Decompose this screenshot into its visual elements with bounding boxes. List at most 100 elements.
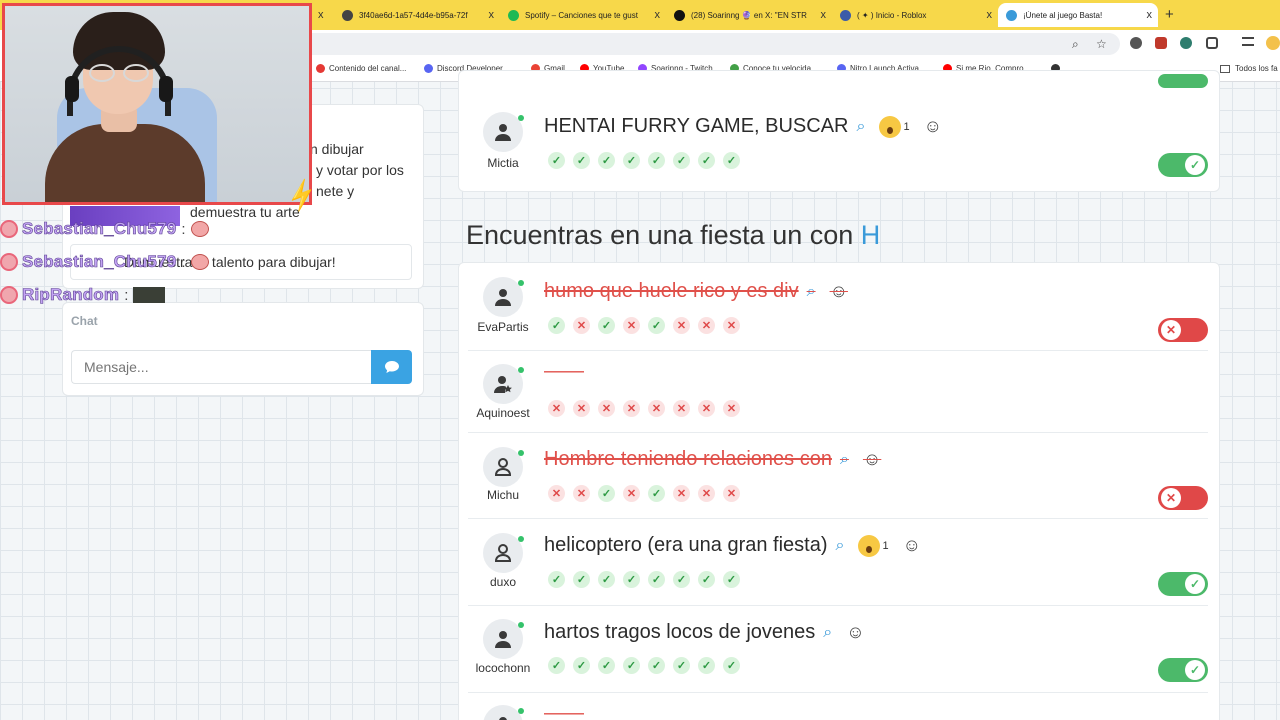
search-icon[interactable]: ⌕ (807, 283, 816, 301)
validity-toggle[interactable]: ✓ (1158, 658, 1208, 682)
webcam-overlay (2, 3, 312, 205)
vote-approve-icon[interactable]: ✓ (723, 152, 740, 169)
vote-approve-icon[interactable]: ✓ (548, 657, 565, 674)
vote-approve-icon[interactable]: ✓ (548, 317, 565, 334)
vote-reject-icon[interactable]: ✕ (698, 317, 715, 334)
add-reaction-icon[interactable]: ☺ (846, 622, 864, 643)
vote-approve-icon[interactable]: ✓ (698, 657, 715, 674)
online-indicator (518, 450, 524, 456)
vote-approve-icon[interactable]: ✓ (598, 657, 615, 674)
profile-icon[interactable] (1266, 36, 1280, 50)
vote-approve-icon[interactable]: ✓ (573, 152, 590, 169)
vote-approve-icon[interactable]: ✓ (673, 657, 690, 674)
zoom-icon[interactable]: ⌕ (1072, 37, 1079, 52)
vote-reject-icon[interactable]: ✕ (698, 485, 715, 502)
browser-tab[interactable]: x (312, 3, 334, 27)
reaction[interactable]: 1 (879, 115, 910, 138)
close-tab-icon[interactable]: x (655, 9, 661, 21)
avatar (483, 277, 523, 317)
vote-approve-icon[interactable]: ✓ (648, 152, 665, 169)
all-bookmarks-folder[interactable]: Todos los fa (1220, 64, 1278, 73)
vote-approve-icon[interactable]: ✓ (723, 571, 740, 588)
extension-icon[interactable] (1155, 37, 1167, 49)
vote-reject-icon[interactable]: ✕ (723, 400, 740, 417)
vote-approve-icon[interactable]: ✓ (648, 657, 665, 674)
close-tab-icon[interactable]: x (821, 9, 827, 21)
vote-reject-icon[interactable]: ✕ (723, 485, 740, 502)
add-reaction-icon[interactable]: ☺ (863, 449, 881, 470)
vote-reject-icon[interactable]: ✕ (673, 317, 690, 334)
vote-approve-icon[interactable]: ✓ (573, 571, 590, 588)
browser-tab-active[interactable]: ¡Únete al juego Basta! x (998, 3, 1158, 27)
close-tab-icon[interactable]: x (1147, 9, 1153, 21)
vote-reject-icon[interactable]: ✕ (548, 485, 565, 502)
vote-approve-icon[interactable]: ✓ (648, 317, 665, 334)
vote-approve-icon[interactable]: ✓ (548, 152, 565, 169)
new-tab-button[interactable]: + (1165, 6, 1174, 23)
vote-reject-icon[interactable]: ✕ (698, 400, 715, 417)
vote-reject-icon[interactable]: ✕ (723, 317, 740, 334)
close-tab-icon[interactable]: x (318, 9, 324, 21)
vote-approve-icon[interactable]: ✓ (598, 571, 615, 588)
vote-reject-icon[interactable]: ✕ (673, 400, 690, 417)
online-indicator (518, 115, 524, 121)
browser-tab[interactable]: ( ✦ ) Inicio - Roblox x (832, 3, 998, 27)
x-icon (674, 9, 685, 21)
user-icon (495, 289, 511, 306)
vote-approve-icon[interactable]: ✓ (673, 152, 690, 169)
validity-toggle[interactable]: ✕ (1158, 318, 1208, 342)
vote-reject-icon[interactable]: ✕ (623, 317, 640, 334)
extension-icon[interactable] (1180, 37, 1192, 49)
vote-approve-icon[interactable]: ✓ (698, 152, 715, 169)
vote-approve-icon[interactable]: ✓ (598, 485, 615, 502)
vote-approve-icon[interactable]: ✓ (648, 485, 665, 502)
close-tab-icon[interactable]: x (489, 9, 495, 21)
vote-approve-icon[interactable]: ✓ (598, 152, 615, 169)
vote-reject-icon[interactable]: ✕ (648, 400, 665, 417)
vote-approve-icon[interactable]: ✓ (598, 317, 615, 334)
add-reaction-icon[interactable]: ☺ (830, 281, 848, 302)
vote-reject-icon[interactable]: ✕ (573, 400, 590, 417)
search-icon[interactable]: ⌕ (823, 624, 832, 642)
send-message-button[interactable] (371, 350, 412, 384)
vote-approve-icon[interactable]: ✓ (698, 571, 715, 588)
message-input[interactable] (71, 350, 372, 384)
add-reaction-icon[interactable]: ☺ (903, 535, 921, 556)
vote-reject-icon[interactable]: ✕ (573, 485, 590, 502)
search-icon[interactable]: ⌕ (857, 118, 866, 136)
stream-chat-line: Sebastian_Chu579 : (0, 218, 209, 240)
vote-approve-icon[interactable]: ✓ (623, 571, 640, 588)
vote-reject-icon[interactable]: ✕ (573, 317, 590, 334)
vote-approve-icon[interactable]: ✓ (623, 152, 640, 169)
vote-approve-icon[interactable]: ✓ (548, 571, 565, 588)
browser-tab[interactable]: Spotify – Canciones que te gust x (500, 3, 666, 27)
vote-reject-icon[interactable]: ✕ (623, 485, 640, 502)
vote-approve-icon[interactable]: ✓ (673, 571, 690, 588)
vote-reject-icon[interactable]: ✕ (548, 400, 565, 417)
vote-approve-icon[interactable]: ✓ (573, 657, 590, 674)
vote-approve-icon[interactable]: ✓ (723, 657, 740, 674)
close-tab-icon[interactable]: x (987, 9, 993, 21)
vote-reject-icon[interactable]: ✕ (623, 400, 640, 417)
vote-reject-icon[interactable]: ✕ (673, 485, 690, 502)
extension-icon[interactable] (1130, 37, 1142, 49)
bookmark-item[interactable]: Contenido del canal... (316, 64, 406, 73)
puzzle-icon[interactable] (1206, 37, 1218, 49)
vote-approve-icon[interactable]: ✓ (623, 657, 640, 674)
validity-toggle[interactable]: ✕ (1158, 486, 1208, 510)
search-icon[interactable]: ⌕ (836, 537, 845, 555)
validity-toggle[interactable] (1158, 74, 1208, 88)
validity-toggle[interactable]: ✓ (1158, 153, 1208, 177)
menu-icon[interactable] (1242, 37, 1254, 46)
browser-tab[interactable]: 3f40ae6d-1a57-4d4e-b95a-72f x (334, 3, 500, 27)
chat-title: Chat (71, 314, 98, 328)
browser-tab[interactable]: (28) Soarinng 🔮 en X: "EN STR x (666, 3, 832, 27)
search-icon[interactable]: ⌕ (840, 451, 849, 469)
vote-approve-icon[interactable]: ✓ (648, 571, 665, 588)
reaction[interactable]: 1 (858, 534, 889, 557)
url-field[interactable]: ⌕ ☆ (300, 33, 1120, 55)
star-icon[interactable]: ☆ (1096, 37, 1107, 51)
vote-reject-icon[interactable]: ✕ (598, 400, 615, 417)
validity-toggle[interactable]: ✓ (1158, 572, 1208, 596)
add-reaction-icon[interactable]: ☺ (924, 116, 942, 137)
